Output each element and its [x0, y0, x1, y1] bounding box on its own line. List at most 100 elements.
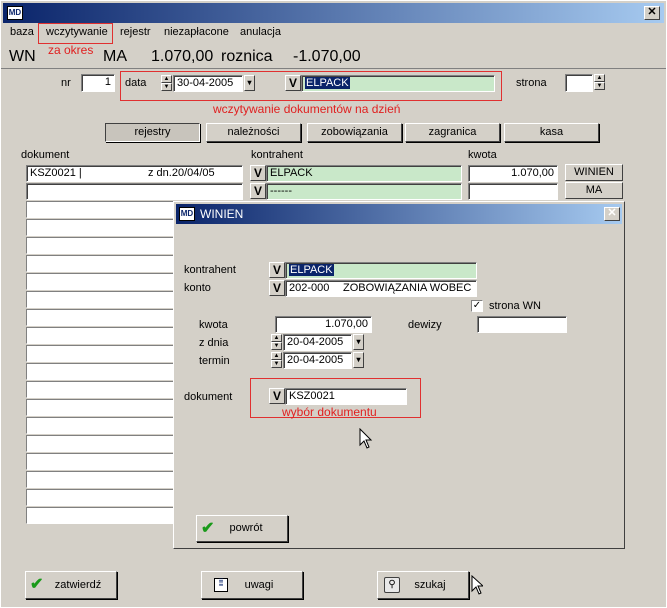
contractor-field[interactable]: ELPACK — [301, 75, 495, 92]
tab-naleznosci[interactable]: należności — [206, 123, 301, 142]
dialog-konto-number: 202-000 — [289, 282, 330, 294]
dialog-contractor-field[interactable]: ELPACK — [285, 262, 477, 279]
tab-kasa[interactable]: kasa — [504, 123, 599, 142]
col-kwota: kwota — [468, 149, 497, 161]
dialog-kwota-label: kwota — [199, 319, 228, 331]
termin-spinner[interactable]: ▲ ▼ — [271, 352, 282, 368]
annotation-box-menu — [38, 23, 113, 44]
table-row-dokument[interactable]: KSZ0021 | z dn.20/04/05 — [26, 165, 243, 182]
table-row[interactable] — [26, 489, 174, 506]
dialog-z-dnia-label: z dnia — [199, 337, 229, 349]
table-row-dokument[interactable] — [26, 183, 243, 200]
szukaj-button[interactable]: ⚲ szukaj — [377, 571, 469, 599]
contractor-value: ELPACK — [305, 77, 350, 89]
wn-label: WN — [9, 48, 36, 65]
dialog-app-icon: MD — [179, 207, 195, 221]
checkmark-icon: ✔ — [30, 576, 44, 593]
zatwierdz-button[interactable]: ✔ zatwierdź — [25, 571, 117, 599]
dialog-termin-field[interactable]: 20-04-2005 — [283, 352, 352, 369]
z-dnia-dropdown-button[interactable]: ▾ — [353, 334, 364, 350]
menu-rejestr[interactable]: rejestr — [120, 26, 151, 38]
table-row[interactable] — [26, 237, 174, 254]
close-button[interactable]: ✕ — [644, 6, 660, 20]
row-side-button[interactable]: WINIEN — [565, 164, 623, 181]
table-row[interactable] — [26, 507, 174, 524]
mouse-cursor-icon — [471, 575, 483, 595]
menu-baza[interactable]: baza — [10, 26, 34, 38]
table-row[interactable] — [26, 327, 174, 344]
table-row[interactable] — [26, 273, 174, 290]
date-field[interactable]: 30-04-2005 — [173, 75, 243, 92]
annotation-wybor-dokumentu: wybór dokumentu — [282, 405, 377, 419]
title-bar[interactable]: MD ✕ — [3, 3, 664, 23]
tab-rejestry[interactable]: rejestry — [105, 123, 200, 142]
winien-dialog: MD WINIEN ✕ kontrahent V ELPACK konto V … — [173, 201, 625, 549]
table-row[interactable] — [26, 219, 174, 236]
roznica-label: roznica — [221, 48, 273, 65]
dialog-dewizy-label: dewizy — [408, 319, 442, 331]
ma-value: 1.070,00 — [151, 48, 214, 65]
row-kwota[interactable]: 1.070,00 — [468, 165, 558, 182]
uwagi-label: uwagi — [244, 579, 274, 591]
table-row[interactable] — [26, 255, 174, 272]
row-contractor[interactable]: ELPACK — [266, 165, 462, 182]
row-contractor[interactable]: ------ — [266, 183, 462, 200]
separator — [1, 68, 666, 69]
dialog-konto-button[interactable]: V — [269, 280, 285, 296]
dialog-konto-label: konto — [184, 282, 211, 294]
table-row[interactable] — [26, 345, 174, 362]
col-dokument: dokument — [21, 149, 70, 161]
termin-dropdown-button[interactable]: ▾ — [353, 352, 364, 368]
menu-niezaplacone[interactable]: niezapłacone — [164, 26, 229, 38]
table-row[interactable] — [26, 435, 174, 452]
ma-label: MA — [103, 48, 127, 65]
checkmark-icon: ✔ — [201, 520, 215, 537]
powrot-button[interactable]: ✔ powrót — [196, 515, 288, 542]
zatwierdz-label: zatwierdź — [54, 579, 102, 591]
row-document-number: KSZ0021 | — [30, 167, 82, 179]
powrot-label: powrót — [229, 522, 263, 534]
uwagi-button[interactable]: ≡ ≡ uwagi — [201, 571, 303, 599]
dialog-kwota-field[interactable]: 1.070,00 — [275, 316, 372, 333]
tab-zobowiazania[interactable]: zobowiązania — [307, 123, 402, 142]
row-kwota[interactable] — [468, 183, 558, 200]
row-side-button[interactable]: MA — [565, 182, 623, 199]
row-contractor-button[interactable]: V — [250, 165, 266, 181]
menu-anulacja[interactable]: anulacja — [240, 26, 281, 38]
dialog-z-dnia-field[interactable]: 20-04-2005 — [283, 334, 352, 351]
col-kontrahent: kontrahent — [251, 149, 303, 161]
annotation-za-okres: za okres — [48, 43, 94, 57]
dialog-contractor-value: ELPACK — [289, 264, 334, 276]
table-row[interactable] — [26, 201, 174, 218]
nr-field[interactable]: 1 — [81, 74, 115, 92]
dialog-title-bar[interactable]: MD WINIEN ✕ — [176, 204, 622, 224]
table-row[interactable] — [26, 291, 174, 308]
date-spinner[interactable]: ▲ ▼ — [161, 75, 172, 91]
dialog-dokument-button[interactable]: V — [269, 388, 285, 404]
table-row[interactable] — [26, 399, 174, 416]
table-row[interactable] — [26, 471, 174, 488]
row-contractor-button[interactable]: V — [250, 183, 266, 199]
dialog-dewizy-field[interactable] — [477, 316, 567, 333]
table-row[interactable] — [26, 417, 174, 434]
table-row[interactable] — [26, 381, 174, 398]
strona-label: strona — [516, 77, 547, 89]
notes-icon: ≡ ≡ — [214, 577, 228, 592]
contractor-select-button[interactable]: V — [285, 75, 301, 91]
row-document-date: z dn.20/04/05 — [148, 167, 215, 179]
dialog-contractor-button[interactable]: V — [269, 262, 285, 278]
szukaj-label: szukaj — [414, 579, 446, 591]
tab-zagranica[interactable]: zagranica — [405, 123, 500, 142]
strona-wn-checkbox[interactable]: ✓ — [471, 300, 483, 312]
mouse-cursor-icon — [359, 428, 373, 449]
dialog-close-button[interactable]: ✕ — [604, 207, 620, 221]
table-row[interactable] — [26, 453, 174, 470]
z-dnia-spinner[interactable]: ▲ ▼ — [271, 334, 282, 350]
table-row[interactable] — [26, 309, 174, 326]
strona-field[interactable] — [565, 74, 593, 92]
date-dropdown-button[interactable]: ▾ — [244, 75, 255, 91]
dialog-konto-field[interactable]: 202-000 ZOBOWIĄZANIA WOBEC — [285, 280, 477, 297]
dialog-dokument-field[interactable]: KSZ0021 — [285, 388, 407, 405]
strona-spinner[interactable]: ▲ ▼ — [594, 74, 605, 90]
table-row[interactable] — [26, 363, 174, 380]
